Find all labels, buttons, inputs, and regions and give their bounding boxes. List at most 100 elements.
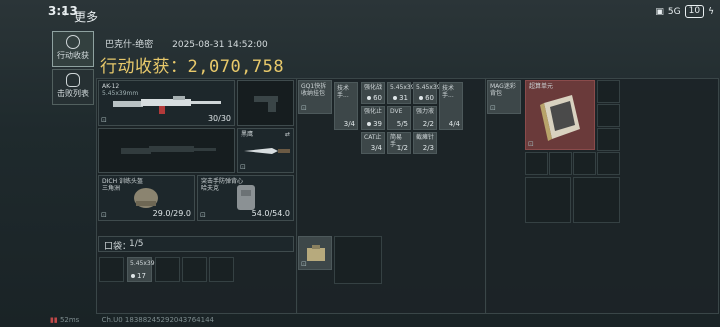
pocket-slot[interactable] [182,257,207,282]
backpack-slot[interactable] [597,104,620,127]
item-count: 39 [373,120,382,128]
swap-icon: ⇄ [284,131,290,138]
item-count: 3/4 [343,120,355,128]
helmet-slot[interactable]: DICH 训练头盔 三角洲 29.0/29.0 ⊡ [98,175,195,221]
lock-icon: ⊡ [101,211,107,219]
item-count: 3/4 [370,144,382,152]
item-count: 60 [425,94,434,102]
weapon-ammo: 30/30 [207,114,231,123]
case-icon [307,245,325,261]
page-title: 更多 [74,10,99,24]
melee-name: 黑鹰 [241,131,254,138]
map-name: 巴克什-绝密 [105,40,154,50]
item-label: 技术手... [442,85,455,99]
item-label: 超算单元 [529,83,554,90]
backpack-slot[interactable] [549,152,572,175]
container-item[interactable]: ⊡ [298,236,332,270]
backpack-item[interactable]: MAG迷彩 背包 ⊡ [487,80,521,114]
item-label: GQ1快拆 [301,83,327,90]
item-label: MAG迷彩 [490,83,516,90]
backpack-slot[interactable] [573,177,620,223]
target-icon [66,35,80,49]
rifle-silhouette-icon [121,146,216,154]
weapon-name: AK-12 [102,83,120,90]
item-count: 31 [399,94,408,102]
rig-item[interactable]: GQ1快拆 收纳挂包 ⊡ [298,80,332,114]
rig-item[interactable]: 技术手... 4/4 [439,82,463,130]
tab-label: 行动收获 [57,51,89,60]
rig-item[interactable]: 强化战 60 [361,82,385,104]
supercomputer-item[interactable]: 超算单元 ⊡ [525,80,595,150]
rig-item[interactable]: 5.45x39 60 [413,82,441,104]
lock-icon: ⊡ [301,104,307,112]
lock-icon: ⊡ [200,211,206,219]
item-label: 5.45x39 [416,84,441,91]
pistol-icon [254,96,278,112]
charging-icon: ϟ [708,6,714,17]
lock-icon: ⊡ [240,163,246,171]
item-label: 截瘫针 [416,134,435,141]
footer: ▮▮ 52ms Ch.U0 18388245292043764144 [50,316,214,324]
item-label: 5.45x39 [390,84,415,91]
backpack-slot[interactable] [597,128,620,151]
pistol-slot[interactable] [237,80,294,126]
item-sub: 背包 [490,90,503,97]
lock-icon: ⊡ [490,104,496,112]
battery-level: 10 [684,5,705,18]
helmet-sub: 三角洲 [102,185,121,192]
ping-value: 52ms [59,316,80,324]
armor-slot[interactable]: 突击手防弹背心 哈夫克 54.0/54.0 ⊡ [197,175,294,221]
item-count: 17 [137,272,146,280]
rig-item[interactable]: CAT止 3/4 [361,132,385,154]
backpack-slot[interactable] [573,152,596,175]
knife-icon [244,148,290,154]
status-icons: ▣ 5G 10 ϟ [655,5,714,18]
item-label: 强化止 [364,108,383,115]
rig-item[interactable]: 技术手... 3/4 [334,82,358,130]
rig-item[interactable]: DVE 5/5 [387,106,411,130]
pocket-label: 口袋： [104,242,132,252]
armor-sub: 哈夫克 [201,185,220,192]
item-label: DVE [390,108,403,115]
rig-item[interactable]: 强力液 2/2 [413,106,437,130]
helmet-durability: 29.0/29.0 [152,209,191,218]
secondary-weapon-slot[interactable] [98,128,235,173]
backpack-slot[interactable] [525,177,571,223]
tab-label: 击败列表 [57,89,89,98]
backpack-slot[interactable] [597,152,620,175]
helmet-icon [134,188,158,208]
pocket-slot[interactable] [155,257,180,282]
item-count: 5/5 [396,120,408,128]
container-slot[interactable] [334,236,382,284]
lock-icon: ⊡ [101,116,107,124]
backpack-slot[interactable] [525,152,548,175]
armor-durability: 54.0/54.0 [251,209,290,218]
rig-item[interactable]: 简易手... 1/2 [387,132,411,154]
pocket-item[interactable]: 5.45x39 17 [127,257,155,282]
pocket-slot[interactable] [99,257,124,282]
match-datetime: 2025-08-31 14:52:00 [172,40,268,50]
income-value: 2,070,758 [187,57,285,77]
primary-weapon-slot[interactable]: AK-12 5.45x39mm 30/30 ⊡ [98,80,235,126]
backpack-slot[interactable] [597,80,620,103]
session-info: Ch.U0 18388245292043764144 [101,316,214,324]
item-label: 5.45x39 [130,260,155,267]
match-info: 巴克什-绝密 2025-08-31 14:52:00 [105,37,284,50]
income-label: 行动收获： [100,57,188,77]
item-label: 强化战 [364,84,383,91]
network-icon: ▮▮ [50,316,58,324]
rig-item[interactable]: 截瘫针 2/3 [413,132,437,154]
pocket-header: 口袋： 1/5 [98,236,294,252]
rig-item[interactable]: 5.45x39 31 [387,82,415,104]
item-count: 2/2 [422,120,434,128]
pocket-slot[interactable] [209,257,234,282]
tab-action-income[interactable]: 行动收获 [52,31,94,67]
tab-kill-list[interactable]: 击败列表 [52,69,94,105]
computer-unit-icon [540,95,580,141]
item-count: 1/2 [396,144,408,152]
rifle-icon [113,96,221,114]
item-label: 强力液 [416,108,435,115]
rig-item[interactable]: 强化止 39 [361,106,385,130]
melee-slot[interactable]: 黑鹰 ⇄ ⊡ [237,128,294,173]
back-icon[interactable]: ‹ [61,6,75,20]
